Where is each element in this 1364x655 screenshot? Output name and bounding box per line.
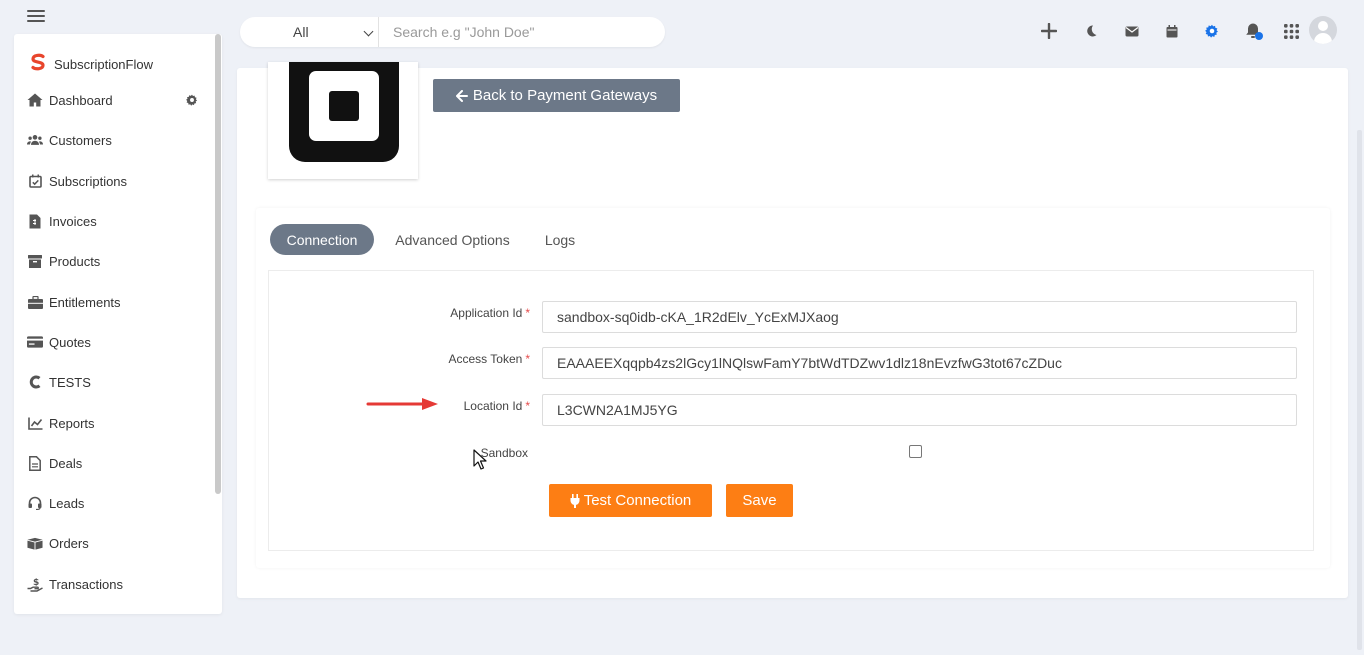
access-token-input[interactable] — [542, 347, 1297, 379]
sidebar-item-label: Orders — [49, 535, 89, 551]
sidebar-item-transactions[interactable]: $ Transactions — [27, 573, 202, 595]
required-marker: * — [525, 352, 530, 366]
access-token-label: Access Token * — [380, 352, 531, 366]
tab-advanced-options[interactable]: Advanced Options — [386, 224, 519, 255]
c-icon — [27, 374, 43, 390]
sidebar-item-label: Deals — [49, 455, 83, 471]
moon-icon[interactable] — [1082, 22, 1100, 40]
sidebar-item-products[interactable]: Products — [27, 250, 202, 272]
sidebar-scrollbar[interactable] — [215, 34, 221, 494]
sidebar-item-deals[interactable]: Deals — [27, 452, 202, 474]
save-button[interactable]: Save — [726, 484, 793, 517]
back-button-label: Back to Payment Gateways — [472, 87, 658, 104]
subscriptionflow-logo-icon — [28, 52, 48, 77]
application-id-label: Application Id * — [380, 306, 530, 320]
page-scrollbar[interactable] — [1357, 130, 1362, 650]
save-label: Save — [742, 492, 777, 509]
sidebar-item-label: TESTS — [49, 374, 91, 390]
card-icon — [27, 334, 43, 350]
application-id-input[interactable] — [542, 301, 1297, 333]
required-marker: * — [525, 399, 530, 413]
global-search: All — [240, 17, 665, 47]
chart-icon — [27, 415, 43, 431]
location-id-input[interactable] — [542, 394, 1297, 426]
label-text: Location Id — [463, 399, 523, 413]
sidebar-item-label: Invoices — [49, 213, 97, 229]
box-icon — [27, 253, 43, 269]
users-icon — [27, 132, 43, 148]
sidebar-item-label: Reports — [49, 415, 95, 431]
menu-toggle-icon[interactable] — [27, 10, 45, 22]
label-text: Application Id — [450, 306, 523, 320]
sidebar-item-quotes[interactable]: Quotes — [27, 331, 202, 353]
tab-logs-label: Logs — [544, 231, 576, 248]
required-marker: * — [525, 306, 530, 320]
sidebar-item-reports[interactable]: Reports — [27, 412, 202, 434]
tab-advanced-options-label: Advanced Options — [395, 231, 510, 248]
sidebar-item-dashboard[interactable]: Dashboard — [27, 89, 202, 111]
tab-connection[interactable]: Connection — [270, 224, 374, 255]
bell-icon[interactable] — [1245, 22, 1263, 40]
sidebar: SubscriptionFlow Dashboard Customers Sub… — [14, 34, 222, 614]
search-scope-value: All — [293, 24, 309, 40]
headset-icon — [27, 495, 43, 511]
tab-connection-label: Connection — [286, 231, 358, 248]
sidebar-item-label: Quotes — [49, 334, 91, 350]
sidebar-item-tests[interactable]: TESTS — [27, 371, 202, 393]
label-text: Sandbox — [480, 446, 528, 460]
sidebar-item-label: Customers — [49, 132, 112, 148]
plug-icon — [570, 493, 580, 508]
calendar-icon[interactable] — [1163, 22, 1181, 40]
file-icon — [27, 455, 43, 471]
sidebar-item-subscriptions[interactable]: Subscriptions — [27, 170, 202, 192]
dashboard-settings-gear-icon[interactable] — [186, 93, 198, 111]
settings-gear-icon[interactable] — [1203, 22, 1221, 40]
search-scope-select[interactable]: All — [240, 17, 379, 47]
sidebar-item-customers[interactable]: Customers — [27, 129, 202, 151]
plus-icon[interactable] — [1040, 22, 1058, 40]
sidebar-item-leads[interactable]: Leads — [27, 492, 202, 514]
toolbox-icon — [27, 294, 43, 310]
arrow-left-icon — [455, 89, 468, 102]
sidebar-item-label: Subscriptions — [49, 173, 128, 189]
hand-dollar-icon: $ — [27, 576, 43, 592]
sidebar-item-label: Products — [49, 253, 101, 269]
sidebar-item-label: Entitlements — [49, 294, 121, 310]
sidebar-item-orders[interactable]: Orders — [27, 532, 202, 554]
sandbox-label: Sandbox — [380, 446, 528, 460]
chevron-down-icon — [363, 26, 374, 37]
back-to-payment-gateways-button[interactable]: Back to Payment Gateways — [433, 79, 680, 112]
sidebar-item-entitlements[interactable]: Entitlements — [27, 291, 202, 313]
calendar-check-icon — [27, 173, 43, 189]
envelope-icon[interactable] — [1123, 22, 1141, 40]
brand[interactable]: SubscriptionFlow — [28, 52, 153, 77]
square-gateway-logo — [268, 62, 418, 179]
sandbox-checkbox[interactable] — [909, 445, 922, 458]
user-avatar[interactable] — [1309, 16, 1337, 44]
sidebar-item-invoices[interactable]: Invoices — [27, 210, 202, 232]
invoice-icon — [27, 213, 43, 229]
apps-grid-icon[interactable] — [1282, 22, 1300, 40]
red-arrow-annotation-icon — [366, 396, 440, 412]
label-text: Access Token — [448, 352, 523, 366]
tab-logs[interactable]: Logs — [536, 224, 584, 255]
search-input[interactable] — [379, 17, 665, 47]
boxes-icon — [27, 535, 43, 551]
sidebar-item-label: Transactions — [49, 576, 123, 592]
test-connection-label: Test Connection — [583, 492, 692, 509]
test-connection-button[interactable]: Test Connection — [549, 484, 712, 517]
home-icon — [27, 92, 43, 108]
sidebar-item-label: Leads — [49, 495, 85, 511]
brand-name: SubscriptionFlow — [54, 57, 153, 72]
sidebar-item-label: Dashboard — [49, 92, 113, 108]
mouse-cursor-icon — [473, 449, 487, 471]
